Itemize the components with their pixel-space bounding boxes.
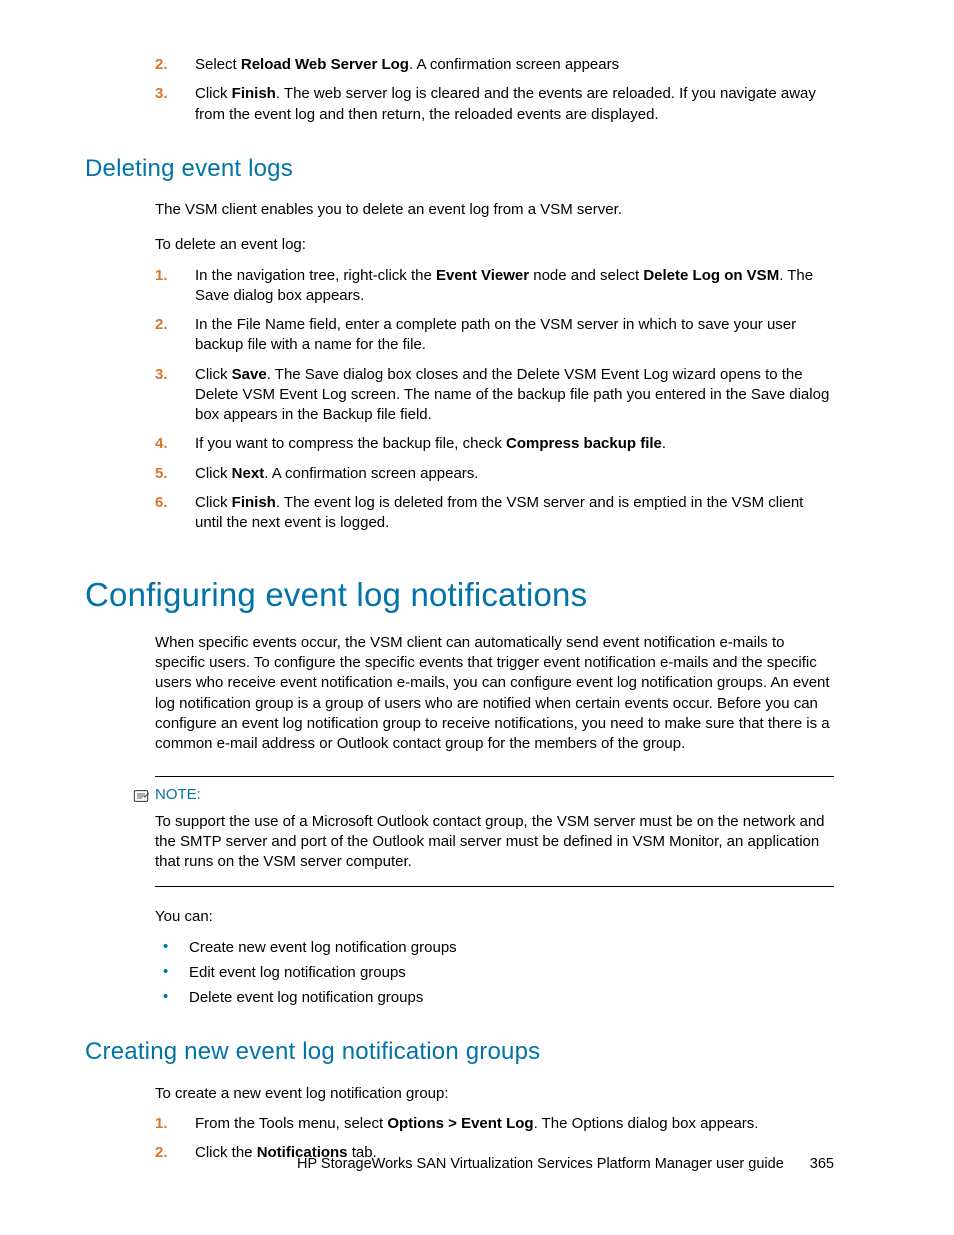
- list-item: •Edit event log notification groups: [85, 963, 834, 983]
- paragraph: When specific events occur, the VSM clie…: [155, 633, 834, 755]
- footer-title: HP StorageWorks SAN Virtualization Servi…: [297, 1156, 784, 1172]
- bullet-icon: •: [85, 963, 185, 983]
- page-footer: HP StorageWorks SAN Virtualization Servi…: [297, 1155, 834, 1175]
- step-body: Click Finish. The event log is deleted f…: [187, 493, 834, 534]
- bullet-body: Create new event log notification groups: [185, 938, 834, 958]
- step-number: 5.: [85, 464, 187, 484]
- bullet-body: Delete event log notification groups: [185, 988, 834, 1008]
- bullet-icon: •: [85, 938, 185, 958]
- list-item: 5.Click Next. A confirmation screen appe…: [85, 464, 834, 484]
- step-body: Click Finish. The web server log is clea…: [187, 84, 834, 125]
- step-number: 1.: [85, 266, 187, 307]
- note-label: NOTE:: [155, 785, 201, 805]
- note-icon: [133, 789, 149, 803]
- list-item: 6.Click Finish. The event log is deleted…: [85, 493, 834, 534]
- heading-creating-groups: Creating new event log notification grou…: [85, 1036, 834, 1068]
- list-item: •Create new event log notification group…: [85, 938, 834, 958]
- list-item: •Delete event log notification groups: [85, 988, 834, 1008]
- step-number: 3.: [85, 84, 187, 125]
- list-item: 3.Click Save. The Save dialog box closes…: [85, 365, 834, 426]
- list-item: 2. Select Reload Web Server Log. A confi…: [85, 55, 834, 75]
- paragraph: To create a new event log notification g…: [155, 1084, 834, 1104]
- note-body: To support the use of a Microsoft Outloo…: [155, 812, 834, 873]
- note-heading: NOTE:: [133, 785, 834, 805]
- step-number: 6.: [85, 493, 187, 534]
- step-body: Click Next. A confirmation screen appear…: [187, 464, 834, 484]
- paragraph: To delete an event log:: [155, 235, 834, 255]
- step-number: 3.: [85, 365, 187, 426]
- page-number: 365: [810, 1156, 834, 1172]
- list-item: 4.If you want to compress the backup fil…: [85, 434, 834, 454]
- bullet-icon: •: [85, 988, 185, 1008]
- paragraph: The VSM client enables you to delete an …: [155, 200, 834, 220]
- list-item: 1.In the navigation tree, right-click th…: [85, 266, 834, 307]
- page: 2. Select Reload Web Server Log. A confi…: [0, 0, 954, 1235]
- step-number: 1.: [85, 1114, 187, 1134]
- list-item: 1.From the Tools menu, select Options > …: [85, 1114, 834, 1134]
- heading-deleting-event-logs: Deleting event logs: [85, 153, 834, 185]
- heading-configuring-notifications: Configuring event log notifications: [85, 573, 834, 618]
- list-item: 3. Click Finish. The web server log is c…: [85, 84, 834, 125]
- list-item: 2.In the File Name field, enter a comple…: [85, 315, 834, 356]
- note-block: NOTE: To support the use of a Microsoft …: [155, 776, 834, 887]
- step-number: 2.: [85, 315, 187, 356]
- step-body: Click Save. The Save dialog box closes a…: [187, 365, 834, 426]
- step-body: In the File Name field, enter a complete…: [187, 315, 834, 356]
- step-body: If you want to compress the backup file,…: [187, 434, 834, 454]
- step-body: Select Reload Web Server Log. A confirma…: [187, 55, 834, 75]
- step-body: From the Tools menu, select Options > Ev…: [187, 1114, 834, 1134]
- bullet-body: Edit event log notification groups: [185, 963, 834, 983]
- reload-steps-list: 2. Select Reload Web Server Log. A confi…: [85, 55, 834, 125]
- step-number: 2.: [85, 1143, 187, 1163]
- step-number: 2.: [85, 55, 187, 75]
- you-can-list: •Create new event log notification group…: [85, 938, 834, 1009]
- step-number: 4.: [85, 434, 187, 454]
- step-body: In the navigation tree, right-click the …: [187, 266, 834, 307]
- paragraph: You can:: [155, 907, 834, 927]
- deleting-steps-list: 1.In the navigation tree, right-click th…: [85, 266, 834, 534]
